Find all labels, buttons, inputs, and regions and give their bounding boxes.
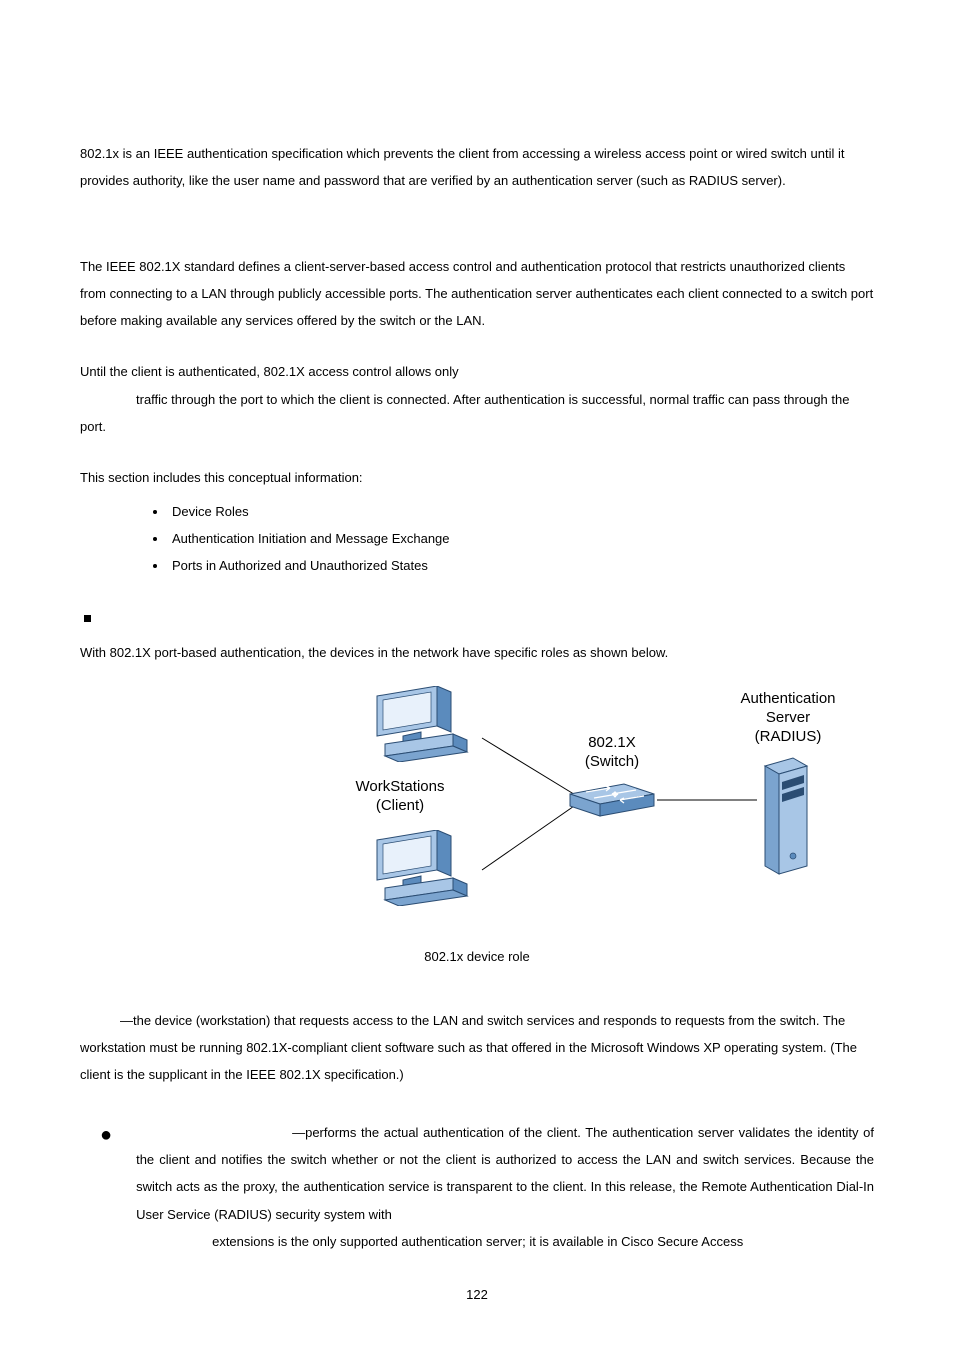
list-item: Device Roles [168,498,874,525]
device-role-figure: WorkStations(Client) 802.1X(Switch) Auth… [80,680,874,971]
workstation-bottom-icon [367,830,487,906]
auth-server-text-b: extensions is the only supported authent… [212,1234,743,1249]
workstations-label: WorkStations(Client) [335,778,465,816]
figure-caption: 802.1x device role [80,943,874,970]
server-label: AuthenticationServer(RADIUS) [713,690,863,746]
switch-icon [566,780,658,820]
auth-flow-line-2: traffic through the port to which the cl… [80,386,874,441]
bullet-icon: ● [100,1123,112,1255]
client-description: —the device (workstation) that requests … [80,1007,874,1089]
square-bullet-icon [84,615,91,622]
list-item: Authentication Initiation and Message Ex… [168,525,874,552]
roles-intro: With 802.1X port-based authentication, t… [80,639,874,666]
list-item: Ports in Authorized and Unauthorized Sta… [168,552,874,579]
workstation-top-icon [367,686,487,762]
section-includes: This section includes this conceptual in… [80,464,874,491]
concept-list: Device Roles Authentication Initiation a… [80,498,874,580]
switch-label: 802.1X(Switch) [557,734,667,772]
intro-paragraph-1: 802.1x is an IEEE authentication specifi… [80,140,874,195]
auth-flow-line-1: Until the client is authenticated, 802.1… [80,358,874,385]
auth-server-bullet: ● —performs the actual authentication of… [80,1119,874,1255]
server-icon [763,756,809,876]
page-number: 122 [80,1281,874,1308]
intro-paragraph-2: The IEEE 802.1X standard defines a clien… [80,253,874,335]
auth-server-text-a: —performs the actual authentication of t… [136,1125,874,1222]
